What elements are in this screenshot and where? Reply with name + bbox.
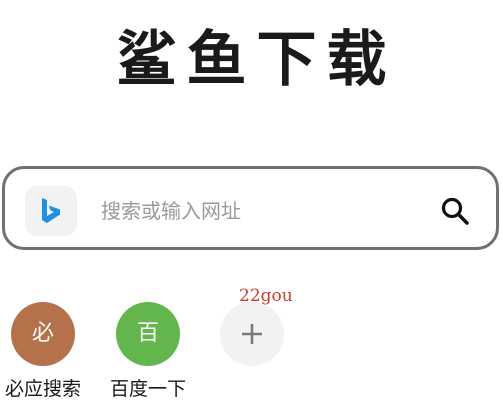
search-icon	[441, 197, 469, 225]
search-button[interactable]	[439, 195, 471, 227]
search-bar	[2, 166, 499, 250]
shortcut-bing-label: 必应搜索	[4, 378, 81, 400]
search-engine-button[interactable]	[25, 186, 77, 236]
bing-icon	[42, 198, 60, 223]
add-shortcut-button[interactable]	[207, 302, 297, 366]
shortcut-baidu[interactable]: 百 百度一下	[103, 302, 193, 402]
add-shortcut-circle	[220, 302, 284, 366]
shortcut-baidu-label: 百度一下	[109, 378, 186, 400]
plus-icon	[242, 324, 262, 344]
search-input[interactable]	[101, 189, 401, 233]
shortcut-bing[interactable]: 必 必应搜索	[0, 302, 88, 402]
shortcut-baidu-icon: 百	[116, 302, 180, 366]
start-page: 鲨鱼下载 22gou 必 必应搜索 百 百度一下	[0, 0, 503, 414]
shortcut-bing-icon: 必	[11, 302, 75, 366]
app-logo: 鲨鱼下载	[116, 25, 397, 95]
